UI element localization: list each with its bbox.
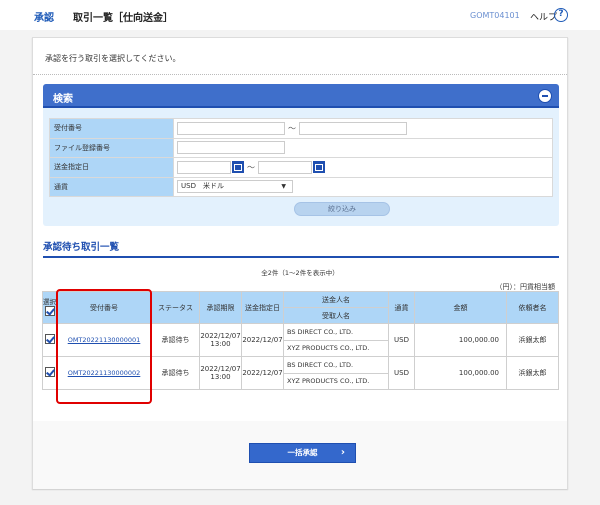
transaction-table: 選択 受付番号 ステータス 承認期限 送金指定日 送金人名 通貨 金額 依頼者名… [42,291,559,390]
remit-date-from-input[interactable] [177,160,231,174]
deadline-cell: 2022/12/07 13:00 [199,356,242,390]
remit-date-cell: 2022/12/07 [241,323,284,357]
deadline-time: 13:00 [210,340,231,348]
header-amount[interactable]: 金額 [414,291,507,324]
remitter-cell: BS DIRECT CO., LTD. [283,356,389,374]
status-cell: 承認待ち [151,323,200,357]
dropdown-arrow-icon: ▼ [281,183,286,191]
deadline-time: 13:00 [210,373,231,381]
instruction-text: 承認を行う取引を選択してください。 [45,54,181,63]
search-header[interactable]: 検索 [43,84,559,108]
header-remitter[interactable]: 送金人名 [283,291,389,308]
result-count: 全2件（1～2件を表示中） [261,269,339,277]
deadline-date: 2022/12/07 [200,365,241,373]
help-link[interactable]: ヘルプ [530,10,557,23]
receipt-no-to-input[interactable] [299,121,407,135]
list-title-underline [43,256,559,258]
table-row: OMT20221130000001 承認待ち 2022/12/07 13:00 2… [42,323,559,357]
header-beneficiary[interactable]: 受取人名 [283,307,389,324]
field-label: 送金指定日 [49,157,174,178]
list-title: 承認待ち取引一覧 [43,242,120,253]
header-status[interactable]: ステータス [151,291,200,324]
receipt-no-link[interactable]: OMT20221130000002 [68,369,141,377]
remit-date-cell: 2022/12/07 [241,356,284,390]
file-no-input[interactable] [177,141,285,155]
field-row-receipt-no: 受付番号 ～ [49,118,553,139]
currency-cell: USD [388,356,415,390]
field-row-file-no: ファイル登録番号 [49,137,553,158]
help-icon[interactable]: ? [554,8,568,22]
header-currency[interactable]: 通貨 [388,291,415,324]
remit-date-to-input[interactable] [258,160,312,174]
receipt-no-link[interactable]: OMT20221130000001 [68,336,141,344]
beneficiary-cell: XYZ PRODUCTS CO., LTD. [283,372,389,390]
field-label: 受付番号 [49,118,174,139]
divider [33,74,567,75]
page-title: 取引一覧［仕向送金］ [73,13,173,24]
select-header-label: 選択 [43,297,56,306]
filter-button[interactable]: 絞り込み [294,202,390,216]
select-all-header: 選択 [42,291,57,324]
calendar-icon[interactable] [232,161,244,174]
range-separator: ～ [288,123,296,133]
currency-select[interactable]: USD 米ドル ▼ [177,180,293,194]
header-requester[interactable]: 依頼者名 [506,291,559,324]
beneficiary-cell: XYZ PRODUCTS CO., LTD. [283,339,389,357]
footer-area: 一括承認 › [33,421,567,489]
search-form: 受付番号 ～ ファイル登録番号 送金指定日 ～ 通貨 USD 米ドル ▼ [49,118,553,197]
bulk-approve-button[interactable]: 一括承認 › [249,443,356,463]
row-checkbox[interactable] [44,367,55,377]
bulk-approve-label: 一括承認 [287,448,318,457]
field-row-remit-date: 送金指定日 ～ [49,157,553,178]
requester-cell: 浜銀太郎 [506,323,559,357]
search-title: 検索 [53,94,73,105]
search-section: 検索 受付番号 ～ ファイル登録番号 送金指定日 ～ 通貨 USD 米ドル ▼ … [43,84,559,226]
field-row-currency: 通貨 USD 米ドル ▼ [49,176,553,197]
range-separator: ～ [247,162,255,172]
deadline-cell: 2022/12/07 13:00 [199,323,242,357]
field-label: 通貨 [49,176,174,197]
remitter-cell: BS DIRECT CO., LTD. [283,323,389,341]
amount-cell: 100,000.00 [414,356,507,390]
breadcrumb[interactable]: 承認 [34,9,54,24]
deadline-date: 2022/12/07 [200,332,241,340]
top-bar: 承認 取引一覧［仕向送金］ GOMT04101 ヘルプ ? [0,0,600,30]
field-label: ファイル登録番号 [49,137,174,158]
header-remit-date[interactable]: 送金指定日 [241,291,284,324]
collapse-icon[interactable] [538,89,552,103]
calendar-icon[interactable] [313,161,325,174]
screen-id: GOMT04101 [470,11,520,20]
main-panel: 承認を行う取引を選択してください。 検索 受付番号 ～ ファイル登録番号 送金指… [32,37,568,489]
table-row: OMT20221130000002 承認待ち 2022/12/07 13:00 2… [42,356,559,390]
select-all-checkbox[interactable] [44,305,55,316]
chevron-right-icon: › [340,447,345,458]
requester-cell: 浜銀太郎 [506,356,559,390]
currency-selected: USD 米ドル [181,182,224,191]
currency-cell: USD [388,323,415,357]
amount-cell: 100,000.00 [414,323,507,357]
status-cell: 承認待ち [151,356,200,390]
header-deadline[interactable]: 承認期限 [199,291,242,324]
row-checkbox[interactable] [44,334,55,344]
receipt-no-from-input[interactable] [177,121,285,135]
header-receipt-no[interactable]: 受付番号 [56,291,152,324]
